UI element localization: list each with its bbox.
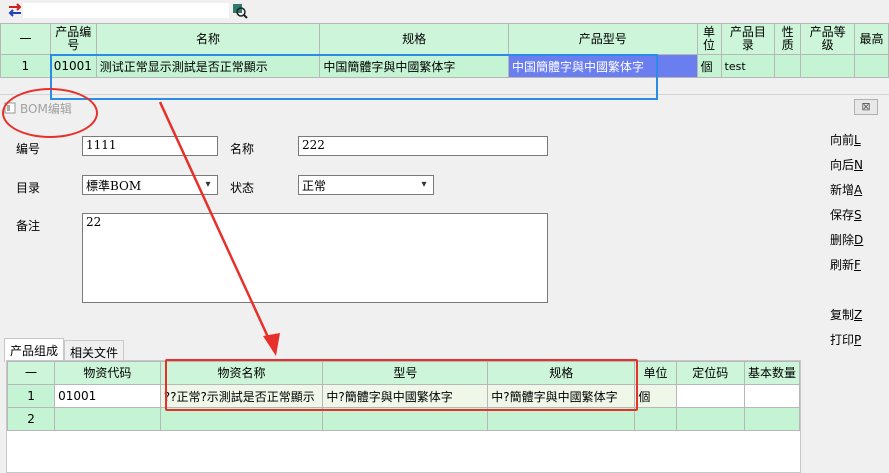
annotation-arrow [158, 101, 280, 356]
